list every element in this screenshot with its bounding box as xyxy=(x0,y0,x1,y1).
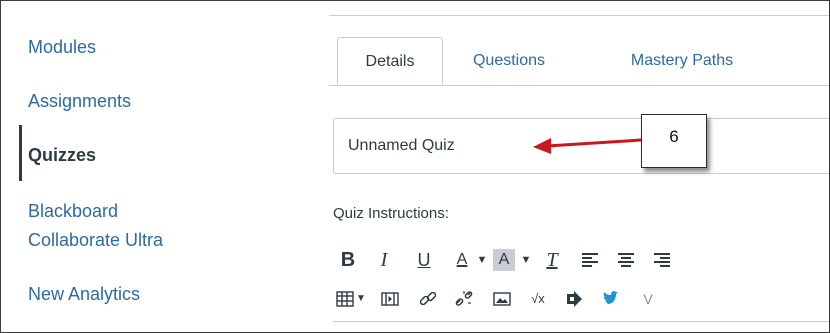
annotation-callout: 6 xyxy=(641,114,707,168)
screenshot-frame: Modules Assignments Quizzes Blackboard C… xyxy=(0,0,830,333)
